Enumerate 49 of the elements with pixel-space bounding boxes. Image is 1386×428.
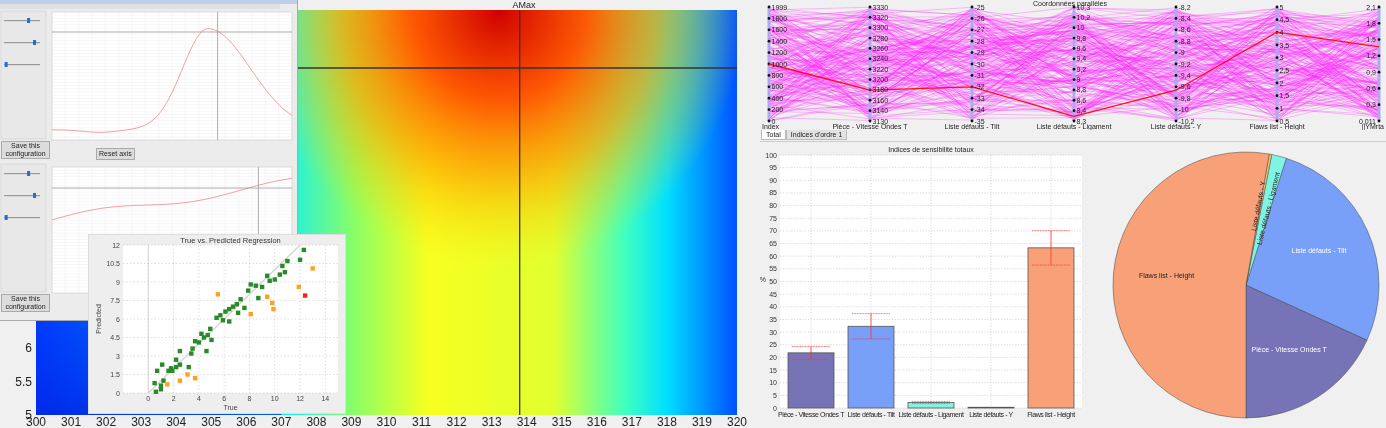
axis-tick-label: 6 — [25, 341, 32, 355]
scatter-point — [296, 284, 301, 290]
scatter-point — [297, 257, 303, 262]
error-bar — [791, 346, 831, 360]
scatter-point — [177, 378, 183, 383]
bar — [787, 352, 835, 409]
axis-tick-label: 320 — [727, 415, 747, 428]
scatter-point — [177, 348, 183, 354]
axis-tick-label: 317 — [621, 415, 642, 428]
scatter-point — [186, 364, 191, 370]
axis-tick-label: 316 — [586, 415, 607, 428]
slider[interactable] — [4, 215, 40, 220]
error-bar — [1031, 230, 1071, 266]
axis-tick-label: 308 — [306, 415, 327, 428]
axis-tick-label: 306 — [236, 415, 257, 428]
heatmap-title: AMax — [512, 0, 536, 10]
scatter-point — [192, 376, 198, 381]
scatter-point — [215, 292, 221, 297]
axis-tick-label: 304 — [166, 415, 187, 428]
bar — [907, 402, 955, 409]
scatter-point — [301, 247, 307, 253]
axis-tick-label: 303 — [131, 415, 152, 428]
axis-tick-label: 314 — [516, 415, 537, 428]
axis-tick-label: 309 — [341, 415, 362, 428]
axis-tick-label: 305 — [201, 415, 222, 428]
axis-tick-label: 310 — [376, 415, 397, 428]
axis-tick-label: 307 — [271, 415, 292, 428]
axis-tick-label: 319 — [691, 415, 712, 428]
scatter-point — [185, 372, 190, 377]
scatter-point — [302, 293, 308, 298]
slider[interactable] — [4, 193, 40, 198]
slider[interactable] — [4, 40, 40, 45]
axis-tick-label: 301 — [61, 415, 82, 428]
axis-tick-label: 318 — [656, 415, 677, 428]
axis-tick-label: 312 — [446, 415, 467, 428]
slider[interactable] — [4, 62, 40, 67]
scatter-point — [204, 348, 209, 354]
scatter-point — [310, 266, 315, 271]
scatter-point — [256, 295, 261, 301]
axis-tick-label: 313 — [481, 415, 502, 428]
error-bar — [851, 313, 891, 340]
axis-tick-label: 315 — [551, 415, 572, 428]
axis-tick-label: 302 — [96, 415, 117, 428]
axis-tick-label: 311 — [412, 415, 432, 428]
slider[interactable] — [4, 18, 40, 23]
bar — [967, 406, 1015, 409]
axis-tick-label: 5.5 — [15, 374, 32, 389]
slider[interactable] — [4, 171, 40, 176]
error-bar — [911, 401, 951, 404]
